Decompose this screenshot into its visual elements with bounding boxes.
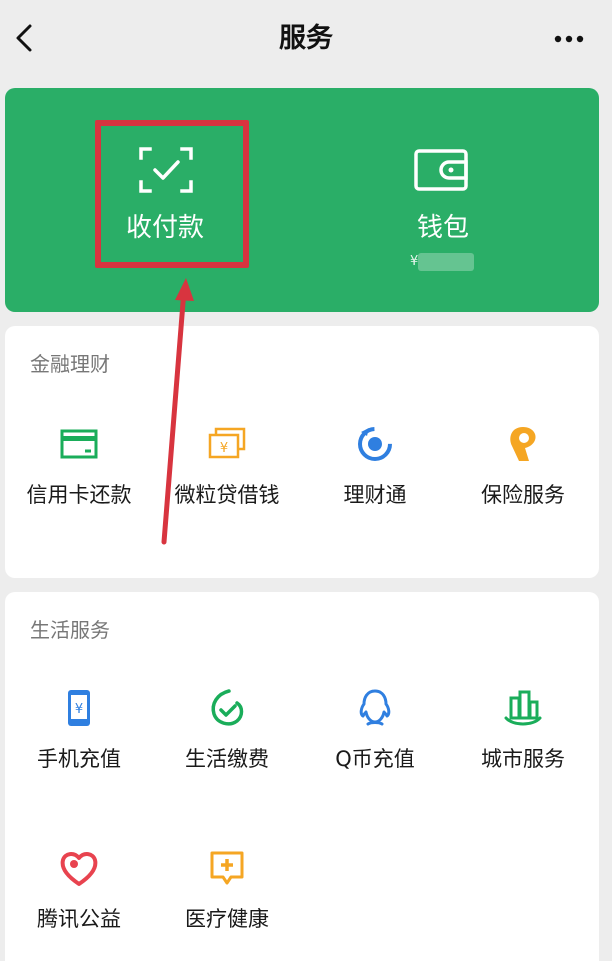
- service-insurance[interactable]: 保险服务: [449, 424, 597, 524]
- service-label: 生活缴费: [185, 747, 269, 771]
- service-label: 手机充值: [37, 747, 121, 771]
- loan-icon: ¥: [208, 427, 246, 459]
- insurance-icon: [510, 427, 536, 461]
- payment-card: 收付款 钱包 ¥: [5, 88, 599, 312]
- service-label: 腾讯公益: [37, 907, 121, 931]
- service-city[interactable]: 城市服务: [449, 688, 597, 788]
- service-charity[interactable]: 腾讯公益: [5, 848, 153, 948]
- bill-payment-icon: [211, 689, 244, 726]
- section-title: 金融理财: [30, 352, 110, 376]
- more-options-icon[interactable]: [550, 24, 590, 54]
- page-title: 服务: [279, 23, 333, 54]
- service-licaitong[interactable]: 理财通: [301, 424, 449, 524]
- section-title: 生活服务: [30, 618, 110, 642]
- qq-coin-icon: [359, 689, 391, 726]
- service-label: 理财通: [343, 483, 407, 507]
- service-label: 医疗健康: [185, 907, 269, 931]
- wallet-icon: [414, 149, 468, 191]
- phone-recharge-icon: ¥: [68, 690, 90, 726]
- wallet-balance: ¥: [410, 252, 480, 272]
- medical-icon: [210, 851, 244, 885]
- service-label: Q币充值: [335, 747, 415, 771]
- service-bill-payment[interactable]: 生活缴费: [153, 688, 301, 788]
- service-phone-recharge[interactable]: ¥ 手机充值: [5, 688, 153, 788]
- service-medical[interactable]: 医疗健康: [153, 848, 301, 948]
- highlight-box: [95, 120, 249, 268]
- svg-text:¥: ¥: [220, 441, 228, 456]
- credit-card-icon: [60, 429, 98, 459]
- wallet-button[interactable]: 钱包 ¥: [305, 88, 599, 312]
- service-credit-card-repay[interactable]: 信用卡还款: [5, 424, 153, 524]
- service-label: 信用卡还款: [26, 483, 132, 507]
- annotation-arrow: [161, 278, 194, 545]
- city-service-icon: [504, 690, 542, 726]
- life-services-section: 生活服务 ¥ 手机充值 生活缴费 Q币充值 城市服务 腾讯公益 医疗健康: [5, 592, 599, 961]
- wealth-icon: [358, 427, 392, 461]
- service-qq-coin[interactable]: Q币充值: [301, 688, 449, 788]
- blurred-balance: [418, 253, 474, 271]
- charity-icon: [60, 852, 98, 886]
- wallet-label: 钱包: [416, 213, 469, 243]
- service-label: 保险服务: [481, 483, 565, 507]
- finance-section: 金融理财 信用卡还款 ¥ 微粒贷借钱 理财通 保险服务: [5, 326, 599, 578]
- navigation-bar: 服务: [0, 0, 612, 80]
- svg-text:¥: ¥: [75, 702, 83, 717]
- service-label: 城市服务: [481, 747, 565, 771]
